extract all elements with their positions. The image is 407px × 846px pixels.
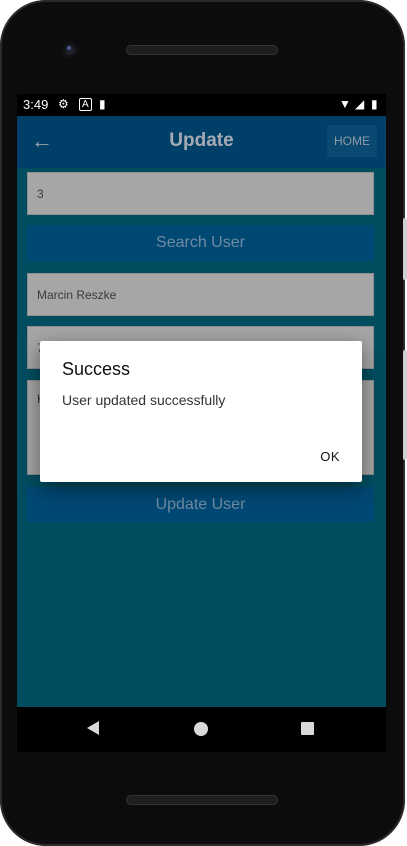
top-speaker — [126, 45, 278, 55]
power-button — [403, 218, 407, 280]
bottom-speaker — [126, 795, 278, 805]
dialog-title: Success — [62, 359, 131, 379]
signal-icon: ◢ — [355, 97, 365, 111]
a-notification-icon: A — [79, 98, 92, 111]
ok-button[interactable]: OK — [320, 449, 340, 464]
volume-button — [403, 350, 407, 460]
nav-back-icon[interactable] — [87, 721, 99, 735]
app-screen: 3:49 ⚙ A ▮ ▼ ◢ ▮ ← Update HOME 3 Search … — [17, 94, 386, 707]
success-dialog: Success User updated successfully OK — [40, 341, 362, 482]
dialog-message: User updated successfully — [62, 392, 226, 408]
battery-icon: ▮ — [371, 97, 378, 111]
front-camera — [62, 42, 78, 58]
sd-card-icon: ▮ — [99, 97, 106, 111]
navigation-bar — [17, 707, 386, 752]
status-time: 3:49 — [23, 97, 49, 112]
phone-frame: 3:49 ⚙ A ▮ ▼ ◢ ▮ ← Update HOME 3 Search … — [0, 0, 407, 846]
wifi-icon: ▼ — [339, 97, 351, 111]
nav-home-icon[interactable] — [194, 722, 208, 736]
settings-icon: ⚙ — [58, 97, 69, 111]
nav-recent-apps-icon[interactable] — [301, 722, 314, 735]
status-bar: 3:49 ⚙ A ▮ ▼ ◢ ▮ — [17, 94, 386, 116]
